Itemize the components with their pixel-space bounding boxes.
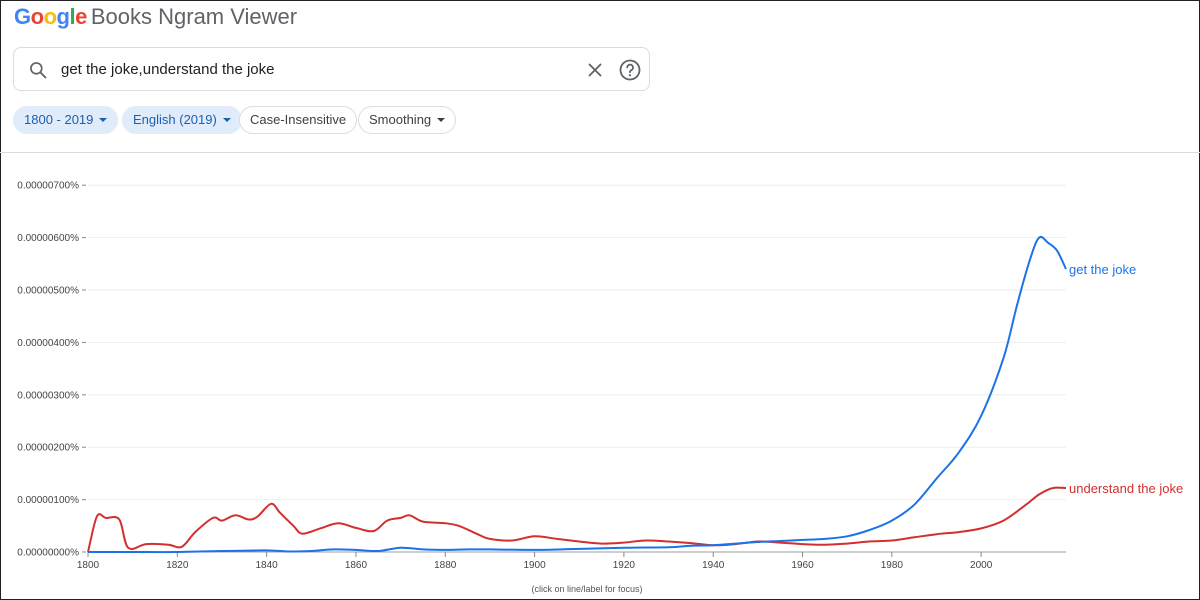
- app-logo[interactable]: Google Books Ngram Viewer: [14, 4, 297, 30]
- year-range-label: 1800 - 2019: [24, 112, 94, 127]
- series-label-get-the-joke[interactable]: get the joke: [1069, 262, 1136, 277]
- logo-letter: o: [43, 4, 57, 29]
- x-tick-label: 1920: [613, 560, 636, 571]
- x-tick-label: 1800: [77, 560, 100, 571]
- search-box[interactable]: get the joke,understand the joke: [13, 47, 650, 91]
- caret-down-icon: [222, 117, 231, 122]
- ngram-chart: 0.00000000% 0.00000100% 0.00000200% 0.00000…: [17, 181, 1183, 594]
- chart-footnote: (click on line/label for focus): [531, 584, 642, 594]
- close-icon[interactable]: [584, 59, 606, 81]
- caret-down-icon: [437, 117, 446, 122]
- y-tick-label: 0.00000600%: [17, 233, 79, 244]
- series-line-understand-the-joke[interactable]: [87, 486, 1067, 553]
- case-insensitive-label: Case-Insensitive: [250, 112, 347, 127]
- y-tick-label: 0.00000100%: [17, 495, 79, 506]
- logo-letter: g: [56, 4, 70, 29]
- y-tick-label: 0.00000400%: [17, 338, 79, 349]
- corpus-dropdown[interactable]: English (2019): [122, 106, 242, 134]
- y-tick-label: 0.00000700%: [17, 181, 79, 192]
- x-tick-label: 1840: [256, 560, 279, 571]
- case-insensitive-toggle[interactable]: Case-Insensitive: [239, 106, 358, 134]
- x-tick-label: 1860: [345, 560, 368, 571]
- x-tick-label: 1960: [791, 560, 814, 571]
- logo-letter: e: [75, 4, 87, 29]
- search-icon: [30, 62, 47, 79]
- logo-letter: G: [14, 4, 31, 29]
- y-tick-label: 0.00000300%: [17, 390, 79, 401]
- logo-letter: o: [30, 4, 44, 29]
- x-tick-label: 1880: [434, 560, 457, 571]
- smoothing-dropdown[interactable]: Smoothing: [358, 106, 457, 134]
- caret-down-icon: [99, 117, 108, 122]
- y-tick-label: 0.00000500%: [17, 286, 79, 297]
- corpus-label: English (2019): [133, 112, 217, 127]
- x-tick-label: 1900: [523, 560, 546, 571]
- help-icon[interactable]: [618, 58, 642, 82]
- google-logo-word: Google: [14, 4, 87, 29]
- y-tick-label: 0.00000200%: [17, 443, 79, 454]
- year-range-dropdown[interactable]: 1800 - 2019: [13, 106, 119, 134]
- y-tick-label: 0.00000000%: [17, 548, 79, 559]
- app-title: Books Ngram Viewer: [90, 4, 298, 29]
- x-tick-label: 2000: [970, 560, 993, 571]
- x-tick-label: 1820: [166, 560, 189, 571]
- series-label-understand-the-joke[interactable]: understand the joke: [1069, 481, 1183, 496]
- x-tick-label: 1980: [881, 560, 904, 571]
- x-tick-label: 1940: [702, 560, 725, 571]
- search-input[interactable]: get the joke,understand the joke: [61, 61, 275, 78]
- smoothing-label: Smoothing: [369, 112, 432, 127]
